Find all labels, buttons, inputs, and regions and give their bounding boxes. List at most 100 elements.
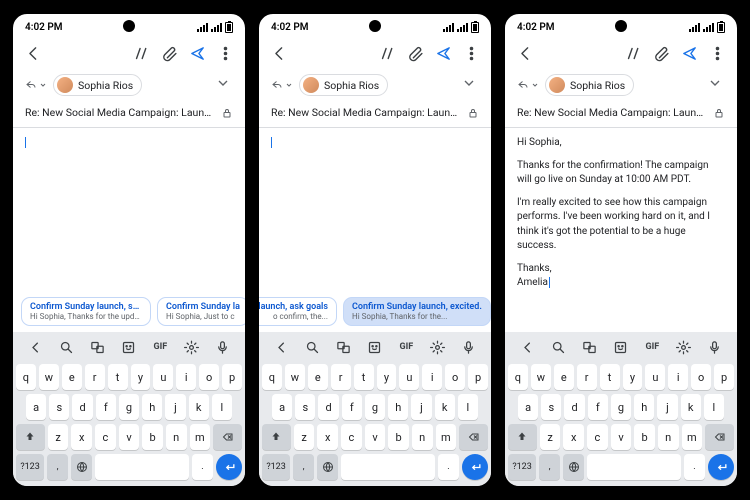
key-svgwidth13height13viewBox002424fillnonestrokefffstrokewidth25pathdM206v6H7M118l4444svg[interactable] <box>216 454 242 480</box>
key-a[interactable]: a <box>26 394 46 420</box>
subject-row[interactable]: Re: New Social Media Campaign: Launching… <box>505 100 737 128</box>
overflow-menu-button[interactable] <box>459 41 483 65</box>
key-svgwidth12height12viewBox002424fill3c4043pathdM123l78h4v7H9v7H5zsvg[interactable] <box>262 424 291 450</box>
sticker-icon[interactable] <box>120 338 138 356</box>
key-m[interactable]: m <box>682 424 703 450</box>
reply-mode-toggle[interactable] <box>23 79 47 91</box>
key-a[interactable]: a <box>518 394 538 420</box>
key-x[interactable]: x <box>563 424 584 450</box>
mic-icon[interactable] <box>460 338 478 356</box>
send-button[interactable] <box>431 41 455 65</box>
sticker-icon[interactable] <box>366 338 384 356</box>
search-icon[interactable] <box>303 338 321 356</box>
magic-compose-button[interactable] <box>129 41 153 65</box>
key-e[interactable]: e <box>308 364 328 390</box>
key-y[interactable]: y <box>377 364 397 390</box>
translate-icon[interactable] <box>335 338 353 356</box>
back-button[interactable] <box>267 41 291 65</box>
key-a[interactable]: a <box>272 394 292 420</box>
attach-button[interactable] <box>403 41 427 65</box>
overflow-menu-button[interactable] <box>213 41 237 65</box>
key-o[interactable]: o <box>691 364 711 390</box>
key-v[interactable]: v <box>119 424 140 450</box>
key-t[interactable]: t <box>108 364 128 390</box>
compose-body[interactable] <box>259 128 491 297</box>
key-w[interactable]: w <box>531 364 551 390</box>
key-svgwidth12height12viewBox002424fillnonestroke3c4043strokewidth2circlecx12cy12r9pathdM312h18M123a1414001018M123a1414000018svg[interactable] <box>71 454 92 480</box>
key-g[interactable]: g <box>119 394 139 420</box>
key-special[interactable]: , <box>293 454 314 480</box>
key-l[interactable]: l <box>212 394 232 420</box>
key-u[interactable]: u <box>645 364 665 390</box>
send-button[interactable] <box>677 41 701 65</box>
key-j[interactable]: j <box>165 394 185 420</box>
key-h[interactable]: h <box>634 394 654 420</box>
key-p[interactable]: p <box>468 364 488 390</box>
recipient-chip[interactable]: Sophia Rios <box>299 74 388 96</box>
key-w[interactable]: w <box>285 364 305 390</box>
settings-icon[interactable] <box>183 338 201 356</box>
key-c[interactable]: c <box>95 424 116 450</box>
chevron-left-icon[interactable] <box>26 338 44 356</box>
gif-icon[interactable]: GIF <box>151 338 169 356</box>
key-y[interactable]: y <box>623 364 643 390</box>
key-k[interactable]: k <box>435 394 455 420</box>
key-q[interactable]: q <box>262 364 282 390</box>
key-svgwidth13height13viewBox002424fillnonestrokefffstrokewidth25pathdM206v6H7M118l4444svg[interactable] <box>708 454 734 480</box>
key-u[interactable]: u <box>153 364 173 390</box>
gif-icon[interactable]: GIF <box>397 338 415 356</box>
key-w[interactable]: w <box>39 364 59 390</box>
key-p[interactable]: p <box>222 364 242 390</box>
key-h[interactable]: h <box>142 394 162 420</box>
key-svgwidth12height12viewBox002424fill3c4043pathdM123l78h4v7H9v7H5zsvg[interactable] <box>16 424 45 450</box>
suggestion-chip[interactable]: y launch, ask goalso confirm, the... <box>255 297 337 326</box>
key-svgwidth12height12viewBox002424fillnonestroke3c4043strokewidth2circlecx12cy12r9pathdM312h18M123a1414001018M123a1414000018svg[interactable] <box>317 454 338 480</box>
key-space[interactable] <box>95 454 189 480</box>
key-r[interactable]: r <box>331 364 351 390</box>
attach-button[interactable] <box>157 41 181 65</box>
key-g[interactable]: g <box>611 394 631 420</box>
key-d[interactable]: d <box>564 394 584 420</box>
key-x[interactable]: x <box>317 424 338 450</box>
magic-compose-button[interactable] <box>375 41 399 65</box>
key-svgwidth14height12viewBox002424fillnonestroke3c4043strokewidth2pathdM206H9l6666h11zpathdM129l66M189l66svg[interactable] <box>459 424 488 450</box>
back-button[interactable] <box>513 41 537 65</box>
key-p[interactable]: p <box>714 364 734 390</box>
key-e[interactable]: e <box>554 364 574 390</box>
key-s[interactable]: s <box>49 394 69 420</box>
key-special[interactable]: . <box>192 454 213 480</box>
key-space[interactable] <box>341 454 435 480</box>
key-z[interactable]: z <box>540 424 561 450</box>
key-m[interactable]: m <box>436 424 457 450</box>
key-r[interactable]: r <box>85 364 105 390</box>
key-l[interactable]: l <box>704 394 724 420</box>
key-i[interactable]: i <box>422 364 442 390</box>
key-d[interactable]: d <box>318 394 338 420</box>
key-svgwidth12height12viewBox002424fillnonestroke3c4043strokewidth2circlecx12cy12r9pathdM312h18M123a1414001018M123a1414000018svg[interactable] <box>563 454 584 480</box>
key-n[interactable]: n <box>412 424 433 450</box>
key-h[interactable]: h <box>388 394 408 420</box>
key-i[interactable]: i <box>668 364 688 390</box>
key-v[interactable]: v <box>611 424 632 450</box>
key-k[interactable]: k <box>681 394 701 420</box>
send-button[interactable] <box>185 41 209 65</box>
chevron-left-icon[interactable] <box>272 338 290 356</box>
key-b[interactable]: b <box>634 424 655 450</box>
key-space[interactable] <box>587 454 681 480</box>
key-123[interactable]: ?123 <box>16 454 44 480</box>
key-n[interactable]: n <box>166 424 187 450</box>
chevron-left-icon[interactable] <box>518 338 536 356</box>
key-i[interactable]: i <box>176 364 196 390</box>
key-c[interactable]: c <box>587 424 608 450</box>
key-x[interactable]: x <box>71 424 92 450</box>
key-s[interactable]: s <box>541 394 561 420</box>
key-s[interactable]: s <box>295 394 315 420</box>
search-icon[interactable] <box>57 338 75 356</box>
suggestion-chip-selected[interactable]: Confirm Sunday launch, excited.Hi Sophia… <box>343 297 491 326</box>
key-svgwidth13height13viewBox002424fillnonestrokefffstrokewidth25pathdM206v6H7M118l4444svg[interactable] <box>462 454 488 480</box>
reply-mode-toggle[interactable] <box>515 79 539 91</box>
key-l[interactable]: l <box>458 394 478 420</box>
key-v[interactable]: v <box>365 424 386 450</box>
key-g[interactable]: g <box>365 394 385 420</box>
gif-icon[interactable]: GIF <box>643 338 661 356</box>
